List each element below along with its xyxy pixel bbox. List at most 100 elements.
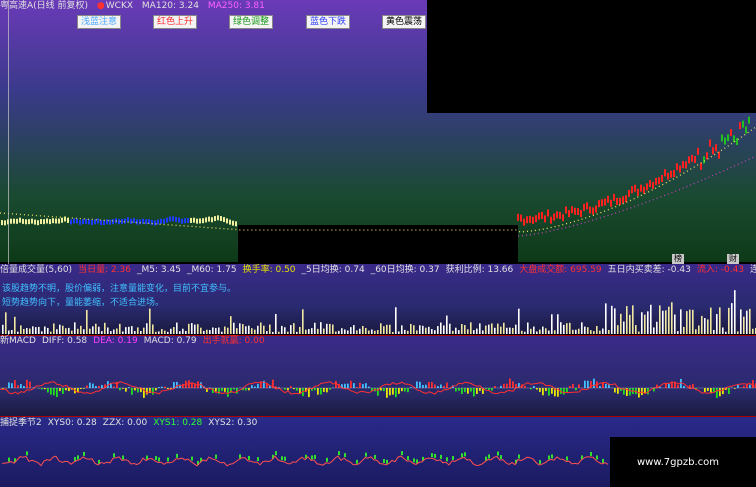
macd-bar (416, 381, 418, 388)
volume-bar (614, 308, 616, 334)
volume-bar (8, 330, 10, 334)
macd-header: 新MACD DIFF: 0.58 DEA: 0.19 MACD: 0.79 出手就赢: … (0, 335, 756, 347)
macd-bar (491, 388, 493, 391)
volume-bar (119, 323, 121, 334)
season-mark (191, 456, 193, 461)
volume-bar (551, 314, 553, 334)
marker-chip-cai[interactable]: 财 (727, 254, 739, 264)
kline-chart[interactable] (0, 0, 756, 262)
macd-bar (179, 384, 181, 388)
macd-bar (719, 388, 721, 397)
volume-bar (200, 327, 202, 334)
macd-bar (512, 381, 514, 388)
volume-bar (143, 327, 145, 334)
volume-bar (473, 330, 475, 334)
volume-bar (14, 316, 16, 334)
macd-bar (287, 388, 289, 391)
ma-line (0, 126, 756, 233)
volume-bar (494, 327, 496, 334)
volume-bar (404, 329, 406, 334)
legend-red-button[interactable]: 红色上升 (153, 15, 198, 29)
macd-bar (362, 384, 364, 388)
volume-bar (443, 325, 445, 334)
macd-bar (11, 383, 13, 388)
volume-bar (386, 324, 388, 334)
macd-bar (125, 388, 127, 392)
macd-bar (215, 388, 217, 392)
macd-bar (494, 386, 496, 388)
legend-yellow-button[interactable]: 黄色震荡 (382, 15, 427, 29)
marker-chip-bang[interactable]: 榜 (672, 254, 684, 264)
volume-bar (674, 314, 676, 334)
macd-bar (8, 382, 10, 388)
macd-item: DIFF: 0.58 (41, 336, 88, 346)
volume-bar (284, 327, 286, 334)
season-mark (74, 457, 76, 462)
volume-bar (110, 331, 112, 334)
season-mark (452, 456, 454, 461)
volume-bar (479, 323, 481, 334)
volume-bar (134, 331, 136, 334)
macd-bar (257, 383, 259, 388)
volume-bar (257, 325, 259, 334)
volume-bar (482, 330, 484, 334)
season-mark (311, 455, 313, 460)
volume-bar (212, 327, 214, 334)
season-item: XYS0: 0.28 (47, 418, 97, 428)
volume-bar (272, 331, 274, 334)
macd-bar (593, 378, 595, 388)
volume-bar (155, 331, 157, 334)
volume-bar (470, 322, 472, 334)
volume-note-2: 短势趋势向下，量能萎缩，不适合进场。 (2, 298, 165, 308)
volume-bar (587, 327, 589, 334)
macd-bar (569, 385, 571, 388)
macd-bar (737, 384, 739, 388)
volume-bar (47, 327, 49, 334)
volume-bar (305, 329, 307, 334)
macd-bar (524, 385, 526, 388)
volume-bar (401, 325, 403, 334)
macd-bar (218, 388, 220, 394)
volume-bar (734, 290, 736, 334)
macd-bar (716, 388, 718, 398)
volume-bar (356, 330, 358, 334)
volume-bar (32, 326, 34, 334)
legend-blue-button[interactable]: 蓝色下跌 (306, 15, 351, 29)
season-mark (8, 457, 10, 462)
macd-bar (743, 385, 745, 388)
macd-bar (98, 385, 100, 388)
macd-bar (533, 385, 535, 388)
volume-bar (59, 324, 61, 334)
macd-bar (95, 385, 97, 388)
volume-item: 获利比例: 13.66 (445, 265, 514, 275)
macd-bar (353, 383, 355, 388)
volume-bar (11, 329, 13, 334)
volume-bar (122, 331, 124, 334)
volume-bar (239, 323, 241, 334)
volume-bar (215, 328, 217, 334)
season-item: XYS2: 0.30 (208, 418, 258, 428)
macd-panel[interactable] (0, 335, 756, 417)
volume-bar (242, 324, 244, 334)
volume-bar (527, 322, 529, 334)
volume-bar (167, 331, 169, 334)
macd-bar (65, 388, 67, 391)
legend-light-blue-button[interactable]: 浅蓝注意 (77, 15, 122, 29)
volume-bar (608, 329, 610, 334)
volume-bar (371, 329, 373, 334)
kline-panel[interactable] (0, 0, 756, 262)
volume-bar (647, 311, 649, 334)
macd-bar (437, 386, 439, 388)
macd-bar (479, 388, 481, 391)
volume-bar (686, 311, 688, 334)
legend-green-button[interactable]: 绿色调整 (229, 15, 274, 29)
volume-bar (191, 323, 193, 334)
season-mark (413, 458, 415, 463)
volume-bar (182, 328, 184, 334)
volume-bar (695, 329, 697, 334)
macd-bar (365, 383, 367, 388)
volume-bar (617, 325, 619, 334)
volume-bar (491, 323, 493, 334)
volume-bar (557, 314, 559, 334)
wckx-label: WCKX (105, 1, 134, 11)
